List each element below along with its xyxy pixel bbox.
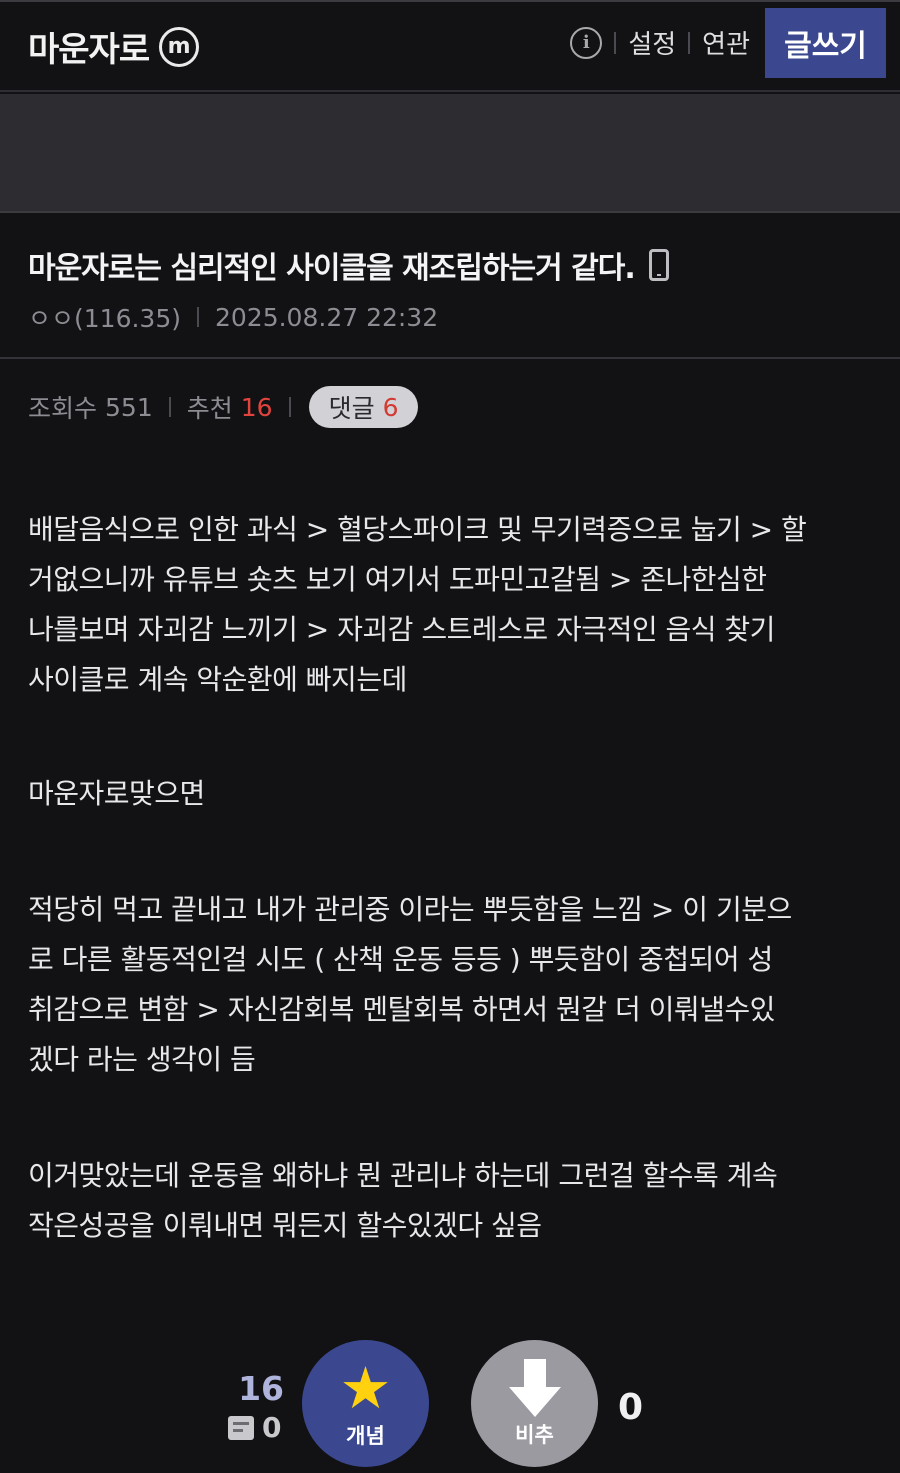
post-header: 마운자로는 심리적인 사이클을 재조립하는거 같다. ㅇㅇ(116.35) 20… [0, 215, 900, 359]
star-icon: ★ [339, 1353, 392, 1422]
mobile-icon [648, 249, 669, 281]
comments-button[interactable]: 댓글 6 [308, 386, 419, 428]
post-title-text: 마운자로는 심리적인 사이클을 재조립하는거 같다. [28, 251, 636, 286]
post-stats: 조회수 551 추천 16 댓글 6 [28, 386, 419, 428]
upvote-label: 개념 [346, 1423, 385, 1448]
stat-divider [168, 397, 171, 417]
vote-area: 16 0 ★ 개념 비추 0 [0, 1335, 900, 1473]
downvote-count: 0 [618, 1387, 644, 1428]
body-paragraph: 마운자로맞으면 [28, 769, 205, 819]
body-line: 마운자로맞으면 [28, 777, 205, 810]
post-title: 마운자로는 심리적인 사이클을 재조립하는거 같다. [28, 243, 669, 287]
fixed-user-count: 0 [262, 1411, 282, 1444]
body-line: 적당히 먹고 끝내고 내가 관리중 이라는 뿌듯함을 느낌 > 이 기분으 [28, 893, 792, 926]
views-count: 551 [105, 392, 153, 422]
settings-link[interactable]: 설정 [628, 24, 676, 61]
author[interactable]: ㅇㅇ(116.35) [28, 299, 181, 335]
gallery-brand[interactable]: 마운자로 m [28, 22, 200, 71]
body-line: 로 다른 활동적인걸 시도 ( 산책 운동 등등 ) 뿌듯함이 중첩되어 성 [28, 943, 773, 976]
body-line: 거없으니까 유튜브 숏츠 보기 여기서 도파민고갈됨 > 존나한심한 [28, 563, 767, 596]
recommend-label: 추천 [186, 394, 233, 423]
body-line: 이거맞았는데 운동을 왜하냐 뭔 관리냐 하는데 그런걸 할수록 계속 [28, 1159, 778, 1192]
body-paragraph: 적당히 먹고 끝내고 내가 관리중 이라는 뿌듯함을 느낌 > 이 기분으 로 … [28, 885, 792, 1085]
info-icon[interactable]: i [570, 26, 603, 59]
gallery-name[interactable]: 마운자로 [28, 22, 150, 71]
views-label: 조회수 [28, 394, 98, 423]
body-line: 겠다 라는 생각이 듬 [28, 1043, 256, 1076]
comments-label: 댓글 [328, 394, 375, 423]
body-line: 작은성공을 이뤄내면 뭐든지 할수있겠다 싶음 [28, 1209, 542, 1242]
upvote-button[interactable]: ★ 개념 [302, 1340, 429, 1467]
minor-gallery-icon: m [159, 26, 200, 67]
downvote-button[interactable]: 비추 [471, 1340, 598, 1467]
nav-divider [688, 31, 691, 54]
header-nav: i 설정 연관 [570, 24, 750, 61]
post-date: 2025.08.27 22:32 [214, 302, 439, 332]
meta-divider [196, 307, 199, 327]
fixed-user-icon [228, 1415, 254, 1440]
top-bar: 마운자로 m i 설정 연관 글쓰기 [0, 0, 900, 92]
body-line: 사이클로 계속 악순환에 빠지는데 [28, 663, 407, 696]
upvote-count: 16 [238, 1369, 284, 1408]
fixed-user-votes: 0 [228, 1411, 281, 1444]
stat-divider [288, 397, 291, 417]
downvote-label: 비추 [515, 1422, 554, 1447]
related-link[interactable]: 연관 [702, 24, 750, 61]
comments-count: 6 [382, 392, 399, 422]
nav-divider [614, 31, 617, 54]
body-paragraph: 이거맞았는데 운동을 왜하냐 뭔 관리냐 하는데 그런걸 할수록 계속 작은성공… [28, 1151, 778, 1251]
ad-banner [0, 94, 900, 213]
body-paragraph: 배달음식으로 인한 과식 > 혈당스파이크 및 무기력증으로 눕기 > 할 거없… [28, 505, 807, 705]
write-button[interactable]: 글쓰기 [765, 8, 886, 78]
body-line: 나를보며 자괴감 느끼기 > 자괴감 스트레스로 자극적인 음식 찾기 [28, 613, 775, 646]
recommend-count: 16 [240, 392, 273, 422]
post-meta: ㅇㅇ(116.35) 2025.08.27 22:32 [28, 299, 438, 335]
down-arrow-icon [508, 1358, 561, 1417]
body-line: 취감으로 변함 > 자신감회복 멘탈회복 하면서 뭔갈 더 이뤄낼수있 [28, 993, 775, 1026]
body-line: 배달음식으로 인한 과식 > 혈당스파이크 및 무기력증으로 눕기 > 할 [28, 513, 807, 546]
